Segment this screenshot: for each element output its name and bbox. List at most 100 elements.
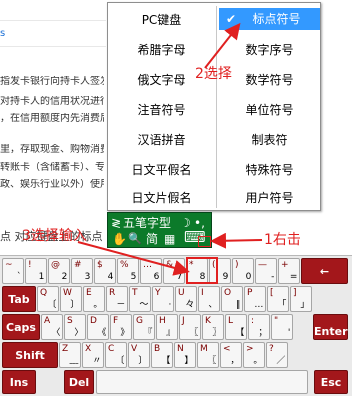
arrow-step1	[210, 232, 263, 249]
key[interactable]: X 〃	[82, 342, 105, 368]
key[interactable]: ]」	[290, 286, 313, 312]
menu-item-special-symbols[interactable]: 特殊符号	[219, 158, 320, 182]
key[interactable]: W 〕	[60, 286, 83, 312]
key[interactable]: Z ﹏	[59, 342, 82, 368]
key-symbol: ‖	[235, 300, 241, 310]
doc-divider	[0, 20, 106, 21]
key[interactable]: " '	[271, 314, 294, 340]
key[interactable]: ~ `	[2, 258, 25, 284]
key[interactable]: H』	[156, 314, 179, 340]
key[interactable]: S 〉	[64, 314, 87, 340]
simplified-mode[interactable]: 简	[146, 232, 158, 246]
key[interactable]: M 〖	[197, 342, 220, 368]
key[interactable]: [「	[267, 286, 290, 312]
key[interactable]: T ～	[129, 286, 152, 312]
key[interactable]: O ‖	[221, 286, 244, 312]
key-symbol: 5	[130, 272, 137, 282]
key[interactable]: Y ·	[152, 286, 175, 312]
tab-key[interactable]: Tab	[2, 286, 36, 312]
key[interactable]: J 〖	[179, 314, 202, 340]
ime-name[interactable]: 五笔字型	[123, 216, 171, 230]
key-upper-label: >	[246, 344, 254, 354]
key[interactable]: — -	[255, 258, 278, 284]
key-upper-label: @	[51, 260, 60, 270]
soft-keyboard-menu: PC键盘 希腊字母 俄文字母 注音符号 汉语拼音 日文平假名 日文片假名 ✔ 标…	[107, 2, 321, 211]
key-upper-label: Y	[155, 288, 161, 298]
key[interactable]: I、	[198, 286, 221, 312]
doc-line: 转账卡（含储蓄卡）、专用卡和	[0, 162, 104, 173]
menu-item-user-symbols[interactable]: 用户符号	[219, 186, 320, 210]
key-symbol: 〖	[189, 328, 199, 338]
key[interactable]: G 『	[133, 314, 156, 340]
key[interactable]: L 【	[225, 314, 248, 340]
key[interactable]: #3	[71, 258, 94, 284]
backspace-key[interactable]: ←	[301, 258, 348, 284]
menu-item-katakana[interactable]: 日文片假名	[111, 186, 212, 210]
key[interactable]: % 5	[117, 258, 140, 284]
key[interactable]: A 〈	[41, 314, 64, 340]
search-icon[interactable]: 🔍	[128, 232, 142, 246]
key[interactable]: & 7	[163, 258, 186, 284]
key-upper-label: Z	[62, 344, 69, 354]
key-upper-label: !	[28, 260, 32, 270]
key[interactable]: R －	[106, 286, 129, 312]
key[interactable]: + =	[278, 258, 301, 284]
key-upper-label: C	[108, 344, 115, 354]
key[interactable]: C 〔	[105, 342, 128, 368]
key[interactable]: ? ／	[266, 342, 289, 368]
menu-item-hiragana[interactable]: 日文平假名	[111, 158, 212, 182]
key-upper-label: J	[182, 316, 185, 326]
key-symbol: 〔	[47, 300, 57, 310]
escape-key[interactable]: Esc	[314, 370, 348, 394]
key-upper-label: R	[109, 288, 116, 298]
insert-key[interactable]: Ins	[2, 370, 36, 394]
key[interactable]: Q 〔	[37, 286, 60, 312]
key-symbol: 〕	[70, 300, 80, 310]
key-symbol: 「	[277, 300, 287, 310]
menu-item-pinyin[interactable]: 汉语拼音	[111, 128, 212, 152]
key[interactable]: F 》	[110, 314, 133, 340]
key-upper-label: …	[143, 260, 152, 270]
delete-key[interactable]: Del	[64, 370, 94, 394]
key-upper-label: B	[154, 344, 161, 354]
menu-item-math-symbols[interactable]: 数学符号	[219, 68, 320, 92]
key-upper-label: H	[159, 316, 166, 326]
key[interactable]: N】	[174, 342, 197, 368]
key-symbol: 3	[84, 272, 91, 282]
key[interactable]: P…	[244, 286, 267, 312]
caps-lock-key[interactable]: Caps	[2, 314, 40, 340]
menu-item-unit-symbols[interactable]: 单位符号	[219, 98, 320, 122]
enter-key[interactable]: Enter	[313, 314, 348, 340]
menu-item-number-sequence[interactable]: 数字序号	[219, 38, 320, 62]
key[interactable]: :；	[248, 314, 271, 340]
key[interactable]: >。	[243, 342, 266, 368]
shift-key[interactable]: Shift	[2, 342, 58, 368]
menu-item-pc-keyboard[interactable]: PC键盘	[111, 8, 212, 32]
key[interactable]: E。	[83, 286, 106, 312]
key[interactable]: ! 1	[25, 258, 48, 284]
key[interactable]: V 〕	[128, 342, 151, 368]
space-key[interactable]	[96, 370, 308, 394]
grid-icon[interactable]: ▦	[164, 232, 175, 246]
key[interactable]: K 〗	[202, 314, 225, 340]
key[interactable]: B 【	[151, 342, 174, 368]
key-symbol: 。	[253, 356, 263, 366]
key-upper-label: A	[44, 316, 51, 326]
soft-keyboard: ~ `! 1 @2 #3 $4% 5… 6 & 7 * 8(9) 0— - + = ← Tab Q 〔 W 〕 E。 R － T ～…	[0, 255, 352, 396]
key[interactable]: ) 0	[232, 258, 255, 284]
ime-logo-icon[interactable]: ≷	[111, 216, 121, 230]
doc-line: 对持卡人的信用状况进行	[0, 96, 104, 107]
menu-item-greek[interactable]: 希腊字母	[111, 38, 212, 62]
key[interactable]: $4	[94, 258, 117, 284]
menu-item-table-symbols[interactable]: 制表符	[219, 128, 320, 152]
key[interactable]: <，	[220, 342, 243, 368]
key[interactable]: U々	[175, 286, 198, 312]
key-upper-label: G	[136, 316, 143, 326]
key[interactable]: D 《	[87, 314, 110, 340]
menu-item-punctuation[interactable]: ✔ 标点符号	[219, 8, 320, 30]
key[interactable]: @2	[48, 258, 71, 284]
key-upper-label: I	[201, 288, 204, 298]
key[interactable]: … 6	[140, 258, 163, 284]
hand-icon[interactable]: ✋	[112, 232, 127, 246]
menu-item-zhuyin[interactable]: 注音符号	[111, 98, 212, 122]
